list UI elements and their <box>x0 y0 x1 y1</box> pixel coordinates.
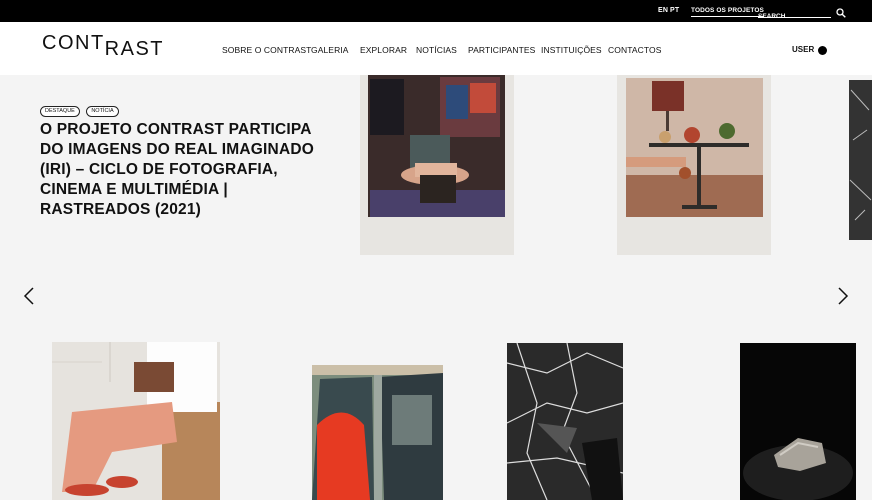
tag-destaque[interactable]: DESTAQUE <box>40 105 80 117</box>
gallery-photo-seated-figure[interactable] <box>52 342 220 500</box>
search-input[interactable] <box>758 13 831 20</box>
tag-list: DESTAQUE NOTÍCIA <box>40 99 121 117</box>
gallery-photo-car[interactable] <box>312 365 443 500</box>
nav-item-participantes[interactable]: PARTICIPANTES <box>468 45 535 55</box>
language-en-link[interactable]: EN <box>658 7 668 14</box>
search-icon[interactable] <box>836 5 846 18</box>
search-field <box>758 5 831 20</box>
user-menu[interactable]: USER <box>792 45 814 54</box>
nav-item-contactos[interactable]: CONTACTOS <box>608 45 661 55</box>
logo-text-part2: RAST <box>104 38 165 60</box>
chevron-left-icon[interactable] <box>22 286 36 306</box>
user-dot-icon[interactable] <box>818 46 827 55</box>
carousel-photo-partial[interactable] <box>849 80 872 240</box>
gallery-photo-rock[interactable] <box>740 343 856 500</box>
nav-item-explorar[interactable]: EXPLORAR <box>360 45 407 55</box>
top-bar: EN PT TODOS OS PROJETOS <box>0 0 872 22</box>
carousel-photo-polaroid-table[interactable] <box>617 75 771 255</box>
chevron-right-icon[interactable] <box>836 286 850 306</box>
nav-item-sobre[interactable]: SOBRE O CONTRAST <box>222 45 311 55</box>
contrast-logo[interactable]: CONTRAST <box>42 32 165 60</box>
carousel-photo-polaroid-interior[interactable] <box>360 75 514 255</box>
featured-headline[interactable]: O PROJETO CONTRAST PARTICIPA DO IMAGENS … <box>40 120 315 220</box>
language-pt-link[interactable]: PT <box>670 7 679 14</box>
nav-item-galeria[interactable]: GALERIA <box>311 45 349 55</box>
logo-text-part1: CONT <box>42 32 105 54</box>
all-projects-link[interactable]: TODOS OS PROJETOS <box>691 7 764 17</box>
tag-noticia[interactable]: NOTÍCIA <box>86 105 119 117</box>
nav-item-noticias[interactable]: NOTÍCIAS <box>416 45 457 55</box>
gallery-photo-map[interactable] <box>507 343 623 500</box>
main-header: CONTRAST SOBRE O CONTRAST GALERIA EXPLOR… <box>0 22 872 75</box>
nav-item-instituicoes[interactable]: INSTITUIÇÕES <box>541 45 602 55</box>
